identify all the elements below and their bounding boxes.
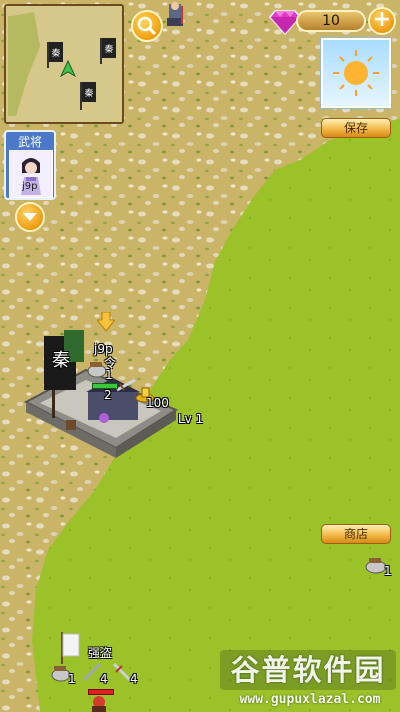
command-count: 1 [105,368,113,382]
spear-icon [82,662,102,682]
watermark-url: www.gupuxlazal.com [239,692,381,707]
search-button[interactable] [131,10,163,42]
minimap[interactable]: 秦 秦 秦 [4,4,124,124]
gold-count: 100 [146,396,169,410]
general-name: j9p [22,181,38,192]
general-card[interactable]: j9p [9,150,53,198]
general-panel[interactable]: 武将 j9p [4,130,56,200]
bandit-sprite[interactable] [86,694,112,712]
arrow-down-icon [97,312,115,332]
sun-icon [333,50,379,96]
minimap-flag-label: 秦 [84,87,93,99]
shop-button[interactable]: 商店 [321,524,391,544]
bandit-count-2: 4 [100,672,108,686]
soldier-sprite[interactable] [163,0,187,28]
troop-count: 2 [104,388,112,402]
weather-panel[interactable] [321,38,391,108]
right-unit-count: 1 [384,564,392,578]
gem-count: 10 [296,10,366,32]
white-flag-icon [61,632,80,664]
base-level: Lv 1 [178,412,204,426]
bandit-name: 强盗 [88,646,113,660]
minimap-flag-label: 秦 [104,43,113,55]
minimap-flag-label: 秦 [51,47,60,59]
gem-counter: 10 + [268,6,396,36]
expand-generals-button[interactable] [15,202,45,232]
save-button[interactable]: 保存 [321,118,391,138]
plus-icon: + [372,7,392,32]
bandit-count-1: 1 [68,672,76,686]
general-title: 武将 [17,135,42,149]
watermark-title: 谷普软件园 [230,653,386,687]
chevron-down-icon [23,213,37,221]
base-flag-label: 秦 [52,350,70,371]
add-gems-button[interactable]: + [368,7,396,35]
magnifier-icon [137,16,156,35]
watermark: 谷普软件园 [220,650,396,690]
minimap-view: 秦 秦 秦 [6,6,122,122]
bandit-count-3: 4 [130,672,138,686]
sword-icon [112,662,132,682]
